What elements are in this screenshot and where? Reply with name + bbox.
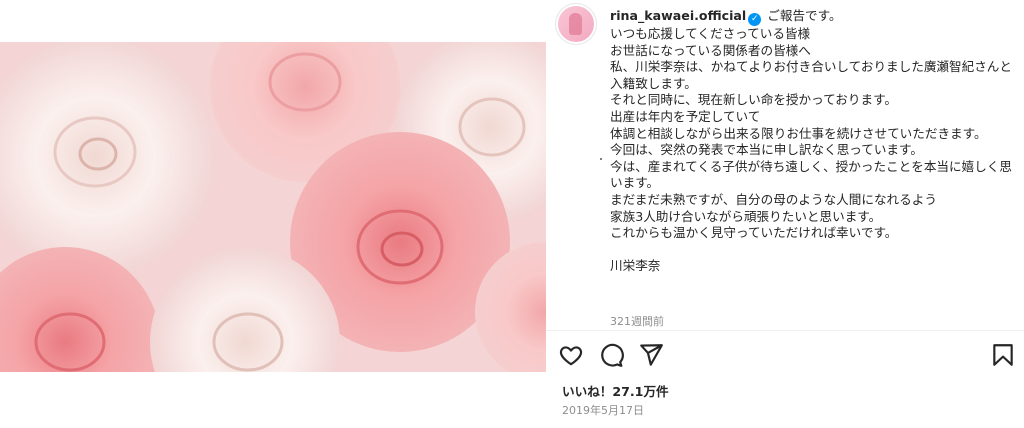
roses-photo <box>0 42 546 372</box>
caption-line: 今回は、突然の発表で本当に申し訳なく思っています。 <box>610 142 923 158</box>
avatar[interactable] <box>558 6 594 42</box>
action-bar <box>558 342 1018 368</box>
post-image[interactable] <box>0 42 546 372</box>
verified-badge-icon: ✓ <box>748 13 762 26</box>
post-caption: rina_kawaei.official ✓ ご報告です。 いつも応援してくださっ… <box>610 8 1018 275</box>
caption-line: まだまだ未熟ですが、自分の母のような人間になれるよう <box>610 191 937 207</box>
divider <box>546 330 1024 331</box>
caption-line: 体調と相談しながら出来る限りお仕事を続けさせていただきます。 <box>610 125 987 141</box>
caption-line: 家族3人助け合いながら頑張りたいと思います。 <box>610 208 882 224</box>
caption-line: 私、川栄李奈は、かねてよりお付き合いしておりました廣瀬智紀さんと入籍致します。 <box>610 59 1012 91</box>
like-count[interactable]: いいね！27.1万件 <box>562 381 669 400</box>
post-date: 2019年5月17日 <box>562 404 644 417</box>
caption-line: いつも応援してくださっている皆様 <box>610 26 811 41</box>
caption-line: お世話になっている関係者の皆様へ <box>610 42 811 58</box>
post-detail-panel: rina_kawaei.official ✓ ご報告です。 いつも応援してくださっ… <box>546 0 1024 428</box>
caption-line: 今は、産まれてくる子供が待ち遠しく、授かったことを本当に嬉しく思います。 <box>610 158 1012 191</box>
share-icon[interactable] <box>638 342 664 368</box>
caption-line: それと同時に、現在新しい命を授かっております。 <box>610 92 898 108</box>
caption-line: 出産は年内を予定していて <box>610 108 761 124</box>
heart-icon[interactable] <box>558 342 584 368</box>
comment-icon[interactable] <box>598 342 624 368</box>
caption-line: ご報告です。 <box>767 8 842 23</box>
time-ago[interactable]: 321週間前 <box>610 313 664 329</box>
bookmark-icon[interactable] <box>990 342 1016 368</box>
username-link[interactable]: rina_kawaei.official <box>610 8 746 23</box>
stray-dot <box>600 158 602 160</box>
caption-signature: 川栄李奈 <box>610 258 661 274</box>
caption-line: これからも温かく見守っていただければ幸いです。 <box>610 225 898 241</box>
